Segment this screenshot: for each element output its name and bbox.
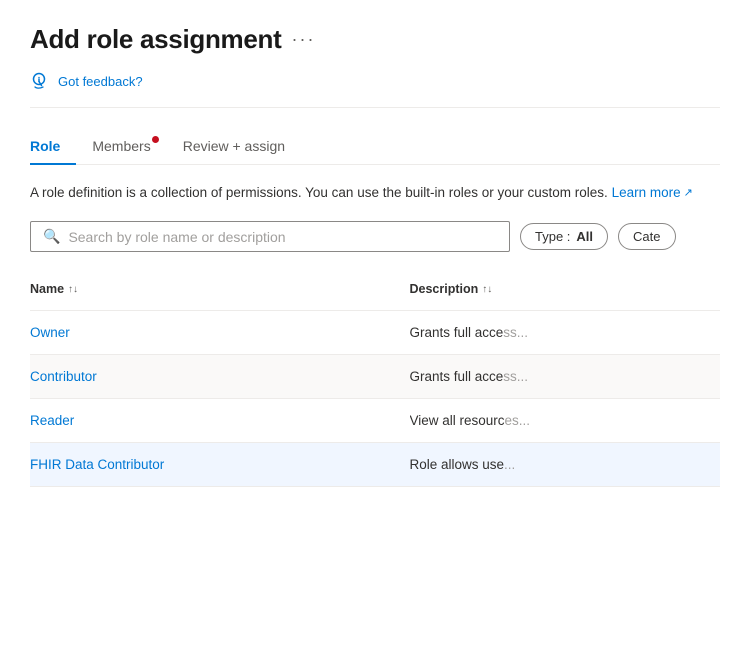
column-header-description: Description ↑↓ — [410, 276, 721, 302]
table-row[interactable]: FHIR Data Contributor Role allows use... — [30, 443, 720, 487]
tab-role[interactable]: Role — [30, 128, 76, 164]
search-placeholder: Search by role name or description — [68, 229, 285, 245]
feedback-row: Got feedback? — [30, 71, 720, 108]
table-body: Owner Grants full access... Contributor … — [30, 311, 720, 487]
search-box[interactable]: 🔍 Search by role name or description — [30, 221, 510, 252]
page-title: Add role assignment — [30, 24, 281, 55]
header-row: Add role assignment ··· — [30, 24, 720, 55]
tabs-row: Role Members Review + assign — [30, 128, 720, 165]
search-filter-row: 🔍 Search by role name or description Typ… — [30, 221, 720, 252]
row-reader-description: View all resources... — [410, 399, 721, 442]
role-description: A role definition is a collection of per… — [30, 183, 720, 203]
page-container: Add role assignment ··· Got feedback? Ro… — [0, 0, 750, 660]
table-row[interactable]: Owner Grants full access... — [30, 311, 720, 355]
row-contributor-description: Grants full access... — [410, 355, 721, 398]
roles-table: Name ↑↓ Description ↑↓ Owner Grants full… — [30, 268, 720, 487]
tab-members[interactable]: Members — [76, 128, 166, 164]
row-fhir-description: Role allows use... — [410, 443, 721, 486]
row-owner-description: Grants full access... — [410, 311, 721, 354]
category-filter-button[interactable]: Cate — [618, 223, 675, 250]
tab-review-assign[interactable]: Review + assign — [167, 128, 301, 164]
table-row[interactable]: Contributor Grants full access... — [30, 355, 720, 399]
description-text: A role definition is a collection of per… — [30, 185, 612, 200]
external-link-icon: ↗ — [684, 185, 693, 202]
category-filter-label: Cate — [633, 229, 660, 244]
name-sort-arrows[interactable]: ↑↓ — [68, 284, 78, 295]
members-notification-dot — [152, 136, 159, 143]
row-contributor-name: Contributor — [30, 355, 410, 398]
type-filter-label: Type : — [535, 229, 570, 244]
column-header-name: Name ↑↓ — [30, 276, 410, 302]
search-icon: 🔍 — [43, 228, 60, 245]
type-filter-button[interactable]: Type : All — [520, 223, 608, 250]
row-fhir-name: FHIR Data Contributor — [30, 443, 410, 486]
type-filter-value: All — [576, 229, 593, 244]
learn-more-link[interactable]: Learn more ↗ — [612, 183, 693, 203]
row-owner-name: Owner — [30, 311, 410, 354]
description-sort-arrows[interactable]: ↑↓ — [482, 284, 492, 295]
table-row[interactable]: Reader View all resources... — [30, 399, 720, 443]
feedback-link[interactable]: Got feedback? — [58, 74, 143, 89]
feedback-icon — [30, 71, 50, 91]
row-reader-name: Reader — [30, 399, 410, 442]
table-header: Name ↑↓ Description ↑↓ — [30, 268, 720, 311]
more-options-icon[interactable]: ··· — [291, 29, 315, 50]
